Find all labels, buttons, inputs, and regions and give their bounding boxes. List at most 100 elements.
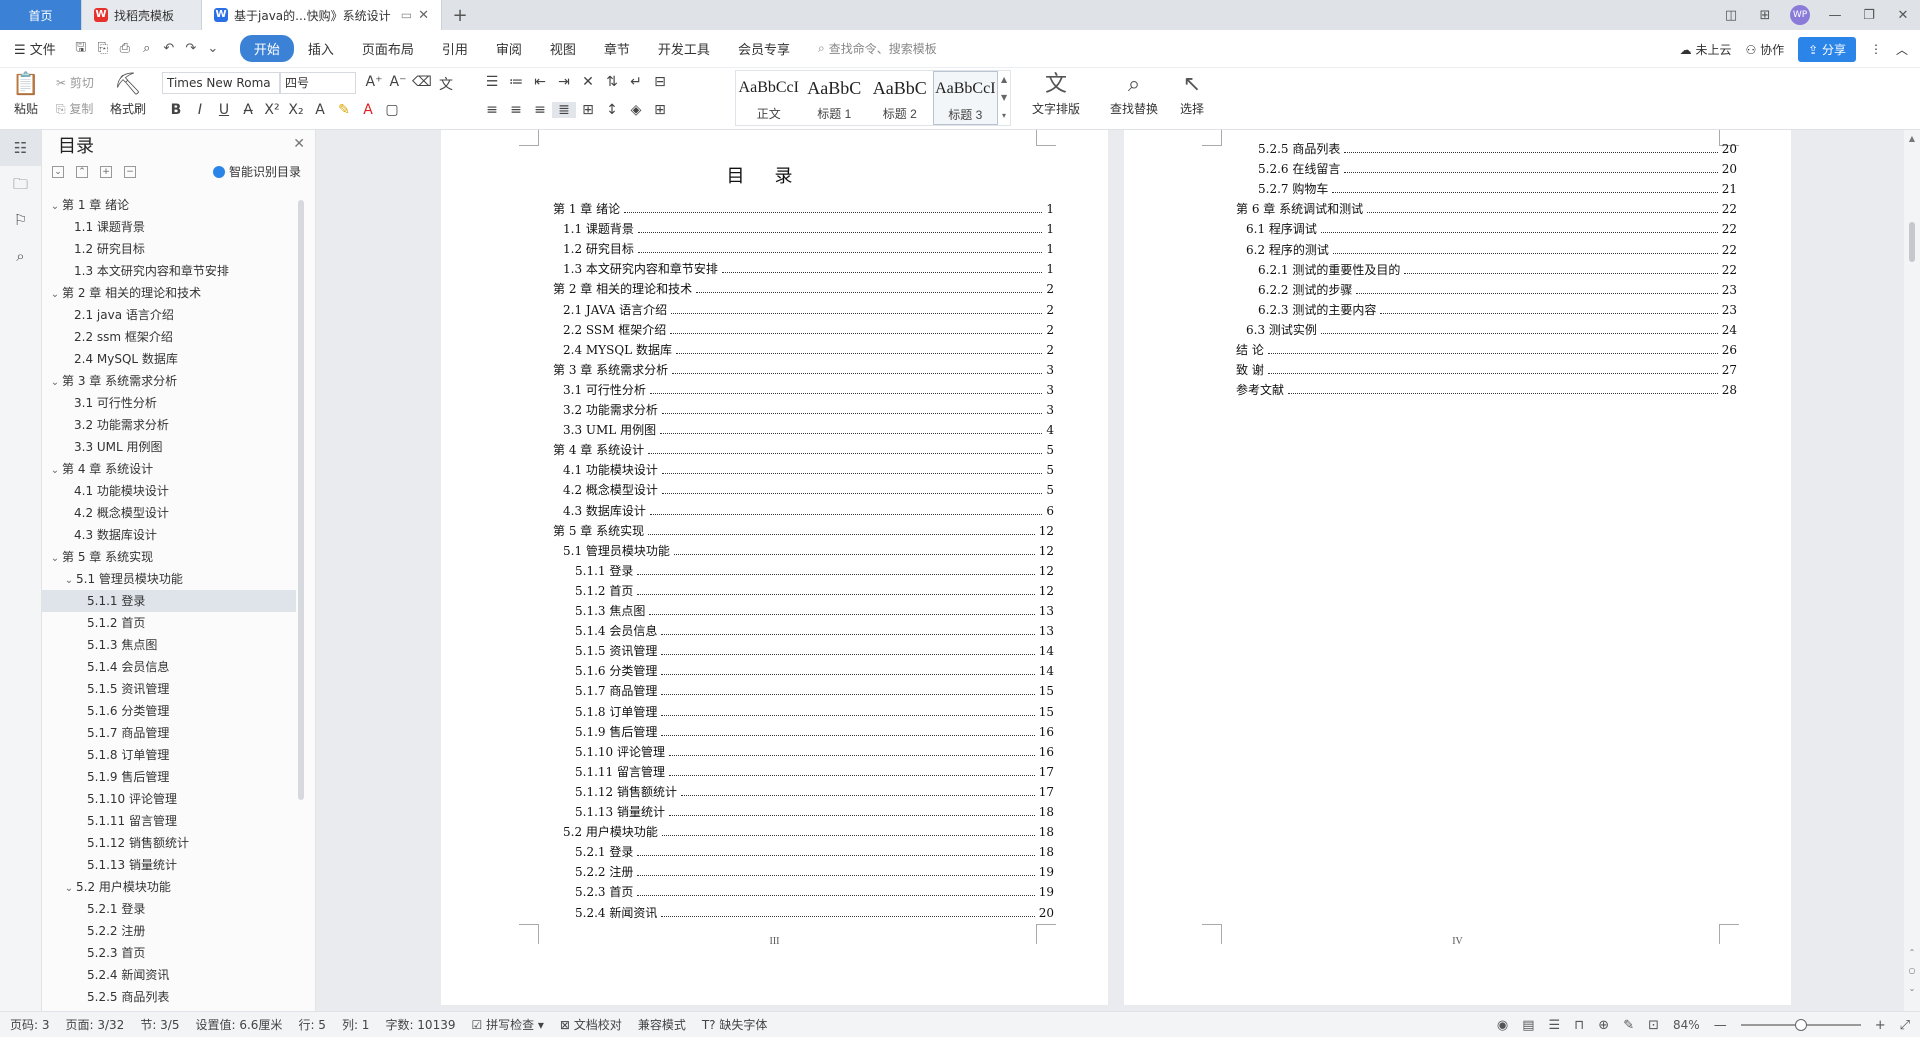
style-heading-1[interactable]: AaBbC 标题 1 (802, 71, 868, 125)
menu-insert[interactable]: 插入 (294, 39, 348, 58)
toc-entry[interactable]: 5.2.7 购物车 21 (1258, 180, 1737, 198)
zoom-slider-knob[interactable] (1794, 1019, 1807, 1031)
expand-chevron-icon[interactable]: ⌄ (62, 570, 76, 592)
numbering-icon[interactable]: ≔ (504, 74, 528, 90)
sort-icon[interactable]: ⇅ (600, 74, 624, 90)
toc-entry[interactable]: 4.3 数据库设计 6 (563, 502, 1054, 520)
document-scrollbar[interactable]: ▲ ⌃ ○ ⌄ (1904, 130, 1920, 1011)
zoom-out-icon[interactable]: — (1714, 1018, 1727, 1033)
decrease-indent-icon[interactable]: ⇤ (528, 74, 552, 90)
toc-entry[interactable]: 5.1.13 销量统计 18 (575, 803, 1054, 821)
tab-home[interactable]: 首页 (0, 0, 82, 30)
close-window-icon[interactable]: ✕ (1886, 8, 1920, 23)
tab-document[interactable]: W 基于java的...快购》系统设计 ▭ ✕ (202, 0, 442, 30)
menu-references[interactable]: 引用 (428, 39, 482, 58)
fit-page-icon[interactable]: ⊡ (1648, 1018, 1659, 1033)
increase-indent-icon[interactable]: ⇥ (552, 74, 576, 90)
remove-heading-icon[interactable]: − (124, 166, 136, 178)
line-spacing-icon[interactable]: ↕ (600, 102, 624, 118)
zoom-in-icon[interactable]: + (1875, 1018, 1886, 1033)
nav-item[interactable]: 4.1 功能模块设计 (42, 480, 296, 502)
cloud-status[interactable]: ☁ 未上云 (1680, 41, 1732, 58)
nav-item[interactable]: 2.1 java 语言介绍 (42, 304, 296, 326)
nav-item[interactable]: 5.1.5 资讯管理 (42, 678, 296, 700)
toc-entry[interactable]: 2.2 SSM 框架介绍 2 (563, 321, 1054, 339)
toc-entry[interactable]: 5.1.5 资讯管理 14 (575, 642, 1054, 660)
apps-grid-icon[interactable]: ⊞ (1748, 8, 1782, 23)
toc-entry[interactable]: 参考文献 28 (1236, 381, 1737, 399)
subscript-icon[interactable]: X₂ (284, 102, 308, 118)
prev-page-icon[interactable]: ⌃ (1904, 948, 1920, 957)
web-view-icon[interactable]: ⊕ (1598, 1018, 1609, 1033)
expand-chevron-icon[interactable]: ⌄ (48, 196, 62, 218)
tab-template[interactable]: W 找稻壳模板 (82, 0, 202, 30)
nav-item[interactable]: 5.2.3 首页 (42, 942, 296, 964)
toc-entry[interactable]: 第 3 章 系统需求分析 3 (553, 361, 1054, 379)
nav-item[interactable]: 4.2 概念模型设计 (42, 502, 296, 524)
zoom-slider[interactable] (1740, 1019, 1861, 1031)
toc-entry[interactable]: 第 4 章 系统设计 5 (553, 441, 1054, 459)
toc-entry[interactable]: 第 5 章 系统实现 12 (553, 522, 1054, 540)
nav-item[interactable]: 5.1.1 登录 (42, 590, 296, 612)
expand-chevron-icon[interactable]: ⌄ (62, 878, 76, 900)
toc-entry[interactable]: 6.3 测试实例 24 (1246, 321, 1737, 339)
toc-entry[interactable]: 5.1.8 订单管理 15 (575, 703, 1054, 721)
page-4[interactable]: 5.2.5 商品列表 20 5.2.6 在线留言 20 5.2.7 购物车 21 第 6 章… (1124, 130, 1791, 1005)
nav-item[interactable]: 1.2 研究目标 (42, 238, 296, 260)
nav-item[interactable]: 5.1.13 销量统计 (42, 854, 296, 876)
collapse-ribbon-icon[interactable]: ︿ (1896, 41, 1908, 58)
align-right-icon[interactable]: ≡ (528, 102, 552, 118)
copy-button[interactable]: ⎘ 复制 (56, 100, 93, 117)
cut-button[interactable]: ✂ 剪切 (56, 74, 94, 91)
eye-protect-icon[interactable]: ◉ (1497, 1018, 1508, 1033)
toc-entry[interactable]: 2.1 JAVA 语言介绍 2 (563, 301, 1054, 319)
toc-entry[interactable]: 5.1.7 商品管理 15 (575, 682, 1054, 700)
toc-entry[interactable]: 3.2 功能需求分析 3 (563, 401, 1054, 419)
font-color-icon[interactable]: A (356, 102, 380, 118)
bullets-icon[interactable]: ☰ (480, 74, 504, 90)
expand-chevron-icon[interactable]: ⌄ (48, 548, 62, 570)
phonetic-icon[interactable]: 文 (434, 74, 458, 94)
toc-entry[interactable]: 5.1.9 售后管理 16 (575, 723, 1054, 741)
proofread-button[interactable]: ⊠ 文档校对 (560, 1016, 622, 1033)
nav-item[interactable]: 5.2.4 新闻资讯 (42, 964, 296, 986)
highlight-icon[interactable]: ✎ (332, 102, 356, 118)
preview-icon[interactable]: ⌕ (136, 41, 158, 56)
scroll-up-icon[interactable]: ▲ (1904, 134, 1920, 143)
nav-item[interactable]: 5.1.2 首页 (42, 612, 296, 634)
align-left-icon[interactable]: ≡ (480, 102, 504, 118)
menu-home[interactable]: 开始 (239, 35, 294, 62)
show-marks-icon[interactable]: ↵ (624, 74, 648, 90)
text-layout-button[interactable]: 文 文字排版 (1026, 70, 1086, 117)
toc-panel-icon[interactable]: ☷ (0, 130, 41, 166)
save-icon[interactable]: 🖫 (70, 38, 92, 60)
nav-scrollbar[interactable] (298, 200, 304, 800)
toc-entry[interactable]: 5.2.1 登录 18 (575, 843, 1054, 861)
menu-section[interactable]: 章节 (590, 39, 644, 58)
close-tab-icon[interactable]: ✕ (418, 8, 429, 23)
toc-entry[interactable]: 1.3 本文研究内容和章节安排 1 (563, 260, 1054, 278)
chapter-icon[interactable]: 🗀 (0, 166, 41, 202)
status-words[interactable]: 字数: 10139 (385, 1016, 455, 1033)
char-border-icon[interactable]: ▢ (380, 102, 404, 118)
shrink-font-icon[interactable]: A⁻ (386, 74, 410, 94)
outline-view-icon[interactable]: ☰ (1548, 1018, 1560, 1033)
toc-entry[interactable]: 5.1.12 销售额统计 17 (575, 783, 1054, 801)
page-view-icon[interactable]: ▤ (1522, 1018, 1534, 1033)
nav-item[interactable]: ⌄ 第 3 章 系统需求分析 (42, 370, 296, 392)
distribute-icon[interactable]: ⊞ (576, 102, 600, 118)
strikethrough-icon[interactable]: A̶ (236, 102, 260, 118)
underline-icon[interactable]: U (212, 102, 236, 118)
fullscreen-icon[interactable]: ⤢ (1900, 1018, 1910, 1033)
next-page-icon[interactable]: ⌄ (1904, 984, 1920, 993)
nav-item[interactable]: ⌄ 第 5 章 系统实现 (42, 546, 296, 568)
toc-entry[interactable]: 致 谢 27 (1236, 361, 1737, 379)
nav-item[interactable]: 2.4 MySQL 数据库 (42, 348, 296, 370)
clear-format-icon[interactable]: ⌫ (410, 74, 434, 94)
avatar[interactable]: WP (1790, 5, 1810, 25)
toc-entry[interactable]: 6.2.3 测试的主要内容 23 (1258, 301, 1737, 319)
nav-item[interactable]: ⌄ 第 2 章 相关的理论和技术 (42, 282, 296, 304)
layout-icon[interactable]: ◫ (1714, 8, 1748, 23)
toc-entry[interactable]: 5.1.11 留言管理 17 (575, 763, 1054, 781)
expand-all-icon[interactable]: ⌃ (76, 166, 88, 178)
